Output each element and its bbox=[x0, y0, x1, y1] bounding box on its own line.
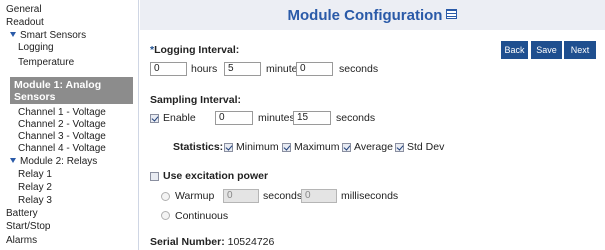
page-title-text: Module Configuration bbox=[287, 7, 443, 24]
sidebar-item-smart-sensors[interactable]: Smart Sensors bbox=[10, 30, 86, 42]
document-icon bbox=[446, 9, 458, 20]
next-button[interactable]: Next bbox=[564, 41, 596, 59]
sidebar-item-label: Module 1: Analog Sensors bbox=[14, 79, 102, 103]
hours-unit-label: hours bbox=[191, 63, 218, 75]
continuous-radio[interactable] bbox=[161, 211, 170, 220]
statistics-average-checkbox[interactable] bbox=[342, 143, 351, 152]
logging-interval-label: *Logging Interval: bbox=[150, 44, 239, 56]
serial-number: Serial Number: 10524726 bbox=[150, 236, 274, 248]
sidebar-item-channel-2[interactable]: Channel 2 - Voltage bbox=[18, 119, 106, 131]
seconds-unit-label: seconds bbox=[263, 190, 303, 202]
back-button[interactable]: Back bbox=[501, 41, 528, 59]
header-bar: Module Configuration bbox=[140, 0, 605, 30]
save-button[interactable]: Save bbox=[531, 41, 562, 59]
warmup-label: Warmup bbox=[175, 190, 215, 202]
statistics-maximum-checkbox[interactable] bbox=[282, 143, 291, 152]
sidebar: General Readout Smart Sensors Logging Te… bbox=[0, 0, 139, 250]
statistics-label: Statistics: bbox=[173, 141, 224, 153]
statistics-average-label: Average bbox=[354, 141, 393, 153]
statistics-minimum-checkbox[interactable] bbox=[224, 143, 233, 152]
sidebar-item-module-2[interactable]: Module 2: Relays bbox=[10, 156, 97, 168]
serial-number-label: Serial Number: bbox=[150, 236, 225, 248]
sampling-enable-checkbox[interactable] bbox=[150, 114, 159, 123]
sampling-seconds-input[interactable]: 15 bbox=[293, 111, 331, 125]
sidebar-item-relay-2[interactable]: Relay 2 bbox=[18, 182, 52, 194]
seconds-unit-label: seconds bbox=[339, 63, 379, 75]
expand-triangle-icon bbox=[10, 157, 16, 163]
sampling-enable-label: Enable bbox=[163, 112, 196, 124]
warmup-seconds-input[interactable]: 0 bbox=[223, 189, 259, 203]
sidebar-item-general[interactable]: General bbox=[6, 4, 42, 16]
expand-triangle-icon bbox=[10, 31, 16, 37]
sidebar-item-temperature[interactable]: Temperature bbox=[18, 57, 74, 69]
sidebar-item-logging[interactable]: Logging bbox=[18, 42, 54, 54]
warmup-radio[interactable] bbox=[161, 192, 170, 201]
sidebar-item-module-1-active[interactable]: Module 1: Analog Sensors Logging bbox=[1, 77, 133, 115]
seconds-unit-label: seconds bbox=[336, 112, 376, 124]
main-panel: Module Configuration Back Save Next *Log… bbox=[140, 0, 605, 250]
sidebar-item-channel-3[interactable]: Channel 3 - Voltage bbox=[18, 131, 106, 143]
sidebar-item-label: Smart Sensors bbox=[20, 30, 87, 41]
excitation-power-checkbox[interactable] bbox=[150, 172, 159, 181]
minutes-unit-label: minutes bbox=[258, 112, 295, 124]
expand-triangle-icon bbox=[1, 82, 7, 87]
page-title: Module Configuration bbox=[140, 7, 605, 24]
continuous-label: Continuous bbox=[175, 210, 229, 222]
sidebar-item-relay-3[interactable]: Relay 3 bbox=[18, 195, 52, 207]
statistics-minimum-label: Minimum bbox=[236, 141, 279, 153]
sidebar-item-alarms[interactable]: Alarms bbox=[6, 235, 37, 247]
serial-number-value: 10524726 bbox=[227, 236, 275, 248]
sidebar-item-readout[interactable]: Readout bbox=[6, 17, 44, 29]
statistics-std-dev-checkbox[interactable] bbox=[395, 143, 404, 152]
excitation-power-label: Use excitation power bbox=[163, 170, 269, 182]
logging-hours-input[interactable]: 0 bbox=[150, 62, 187, 76]
logging-minutes-input[interactable]: 5 bbox=[224, 62, 261, 76]
sidebar-item-channel-4[interactable]: Channel 4 - Voltage bbox=[18, 143, 106, 155]
warmup-milliseconds-input[interactable]: 0 bbox=[301, 189, 337, 203]
logging-interval-label-text: Logging Interval: bbox=[154, 44, 240, 56]
statistics-maximum-label: Maximum bbox=[294, 141, 340, 153]
sidebar-item-label: Module 2: Relays bbox=[20, 156, 98, 167]
sampling-minutes-input[interactable]: 0 bbox=[215, 111, 253, 125]
sidebar-item-channel-1[interactable]: Channel 1 - Voltage bbox=[18, 107, 106, 119]
logging-seconds-input[interactable]: 0 bbox=[296, 62, 333, 76]
milliseconds-unit-label: milliseconds bbox=[341, 190, 399, 202]
sidebar-item-start-stop[interactable]: Start/Stop bbox=[6, 221, 50, 233]
sampling-interval-label: Sampling Interval: bbox=[150, 94, 242, 106]
statistics-std-dev-label: Std Dev bbox=[407, 141, 445, 153]
sidebar-item-relay-1[interactable]: Relay 1 bbox=[18, 169, 52, 181]
sidebar-item-battery[interactable]: Battery bbox=[6, 208, 38, 220]
